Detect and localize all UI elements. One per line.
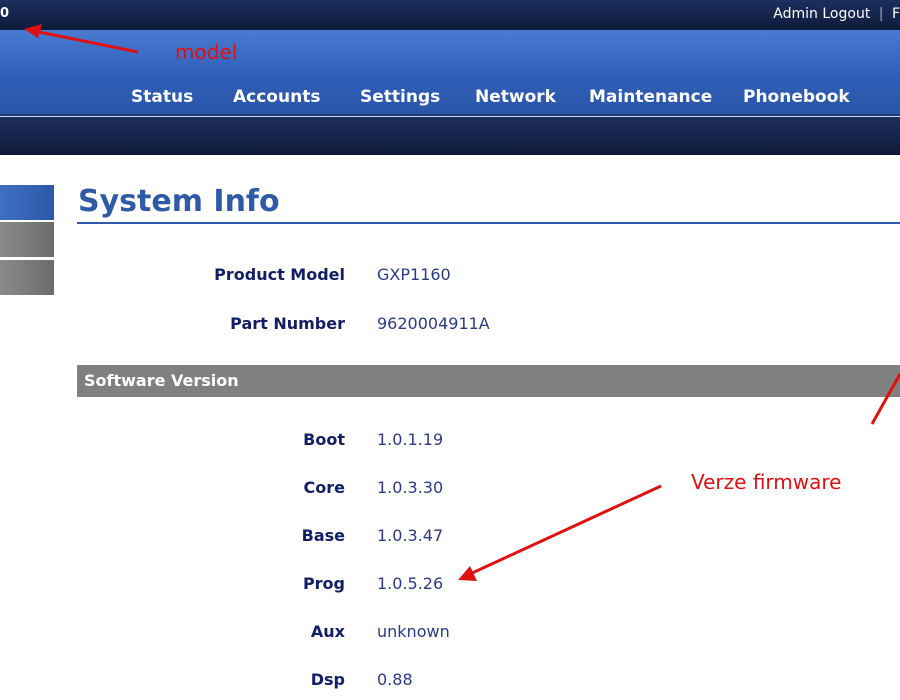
model-code: 0 — [0, 6, 10, 21]
side-tab-2[interactable] — [0, 222, 54, 257]
main-nav-bar: Status Accounts Settings Network Mainten… — [0, 30, 900, 116]
product-model-label: Product Model — [214, 265, 345, 284]
core-label: Core — [303, 478, 345, 497]
software-version-title: Software Version — [84, 371, 239, 390]
title-divider — [77, 222, 900, 224]
side-tab-3[interactable] — [0, 260, 54, 295]
nav-item-maintenance[interactable]: Maintenance — [589, 87, 712, 107]
admin-label: Admin — [773, 6, 818, 22]
product-model-value: GXP1160 — [377, 265, 451, 284]
base-label: Base — [301, 526, 345, 545]
top-link-separator: | — [878, 6, 884, 22]
nav-item-phonebook[interactable]: Phonebook — [743, 87, 850, 107]
part-number-value: 9620004911A — [377, 314, 490, 333]
sub-nav-bar — [0, 116, 900, 155]
side-tab-active[interactable] — [0, 185, 54, 220]
nav-item-status[interactable]: Status — [131, 87, 193, 107]
software-version-header: Software Version — [77, 365, 900, 397]
model-annotation: model — [175, 40, 238, 64]
top-links: Admin Logout | F — [773, 6, 900, 22]
firmware-annotation: Verze firmware — [691, 470, 842, 494]
boot-label: Boot — [303, 430, 345, 449]
base-value: 1.0.3.47 — [377, 526, 444, 545]
top-header-bar: 0 Admin Logout | F — [0, 0, 900, 30]
truncated-top-link[interactable]: F — [892, 6, 900, 22]
aux-value: unknown — [377, 622, 450, 641]
logout-link[interactable]: Logout — [822, 6, 870, 22]
nav-item-network[interactable]: Network — [475, 87, 556, 107]
firmware-arrow-line — [469, 484, 662, 576]
dsp-value: 0.88 — [377, 670, 413, 689]
page-title: System Info — [78, 184, 280, 219]
boot-value: 1.0.1.19 — [377, 430, 444, 449]
dsp-label: Dsp — [310, 670, 345, 689]
nav-item-accounts[interactable]: Accounts — [233, 87, 320, 107]
core-value: 1.0.3.30 — [377, 478, 444, 497]
prog-label: Prog — [302, 574, 345, 593]
firmware-arrow-head — [458, 566, 477, 581]
nav-item-settings[interactable]: Settings — [360, 87, 440, 107]
prog-value: 1.0.5.26 — [377, 574, 444, 593]
aux-label: Aux — [310, 622, 345, 641]
part-number-label: Part Number — [230, 314, 345, 333]
